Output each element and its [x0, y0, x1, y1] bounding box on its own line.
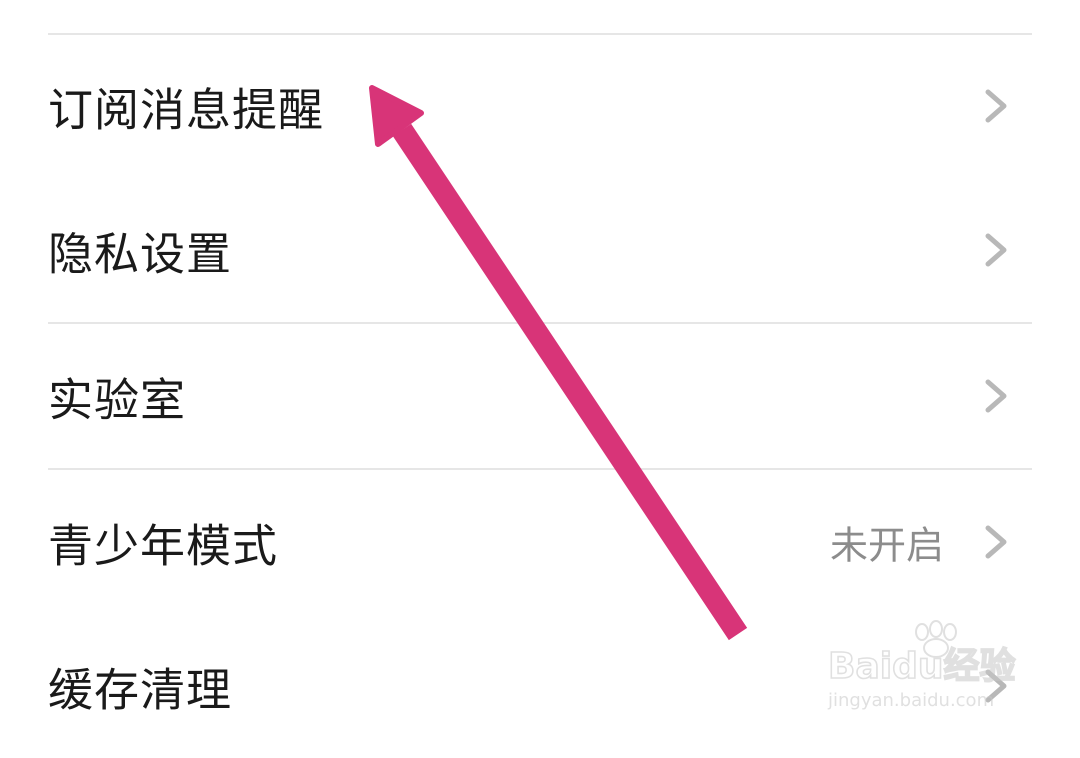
settings-item-subscription-reminder[interactable]: 订阅消息提醒	[0, 34, 1080, 178]
settings-item-label: 实验室	[48, 373, 187, 427]
settings-item-label: 缓存清理	[48, 663, 233, 717]
chevron-right-icon	[985, 669, 1007, 703]
chevron-right-icon	[985, 233, 1007, 267]
chevron-right-icon	[985, 379, 1007, 413]
settings-list: 订阅消息提醒 隐私设置 实验室 青少年模式 未开启 缓存清理	[0, 0, 1080, 738]
chevron-right-icon	[985, 89, 1007, 123]
settings-item-label: 隐私设置	[48, 227, 233, 281]
settings-item-label: 订阅消息提醒	[48, 83, 325, 137]
settings-item-privacy[interactable]: 隐私设置	[0, 178, 1080, 322]
settings-item-clear-cache[interactable]: 缓存清理	[0, 614, 1080, 758]
teen-mode-status: 未开启	[829, 523, 944, 568]
chevron-right-icon	[985, 525, 1007, 559]
settings-item-lab[interactable]: 实验室	[0, 324, 1080, 468]
settings-item-teen-mode[interactable]: 青少年模式 未开启	[0, 470, 1080, 614]
settings-item-label: 青少年模式	[48, 519, 279, 573]
